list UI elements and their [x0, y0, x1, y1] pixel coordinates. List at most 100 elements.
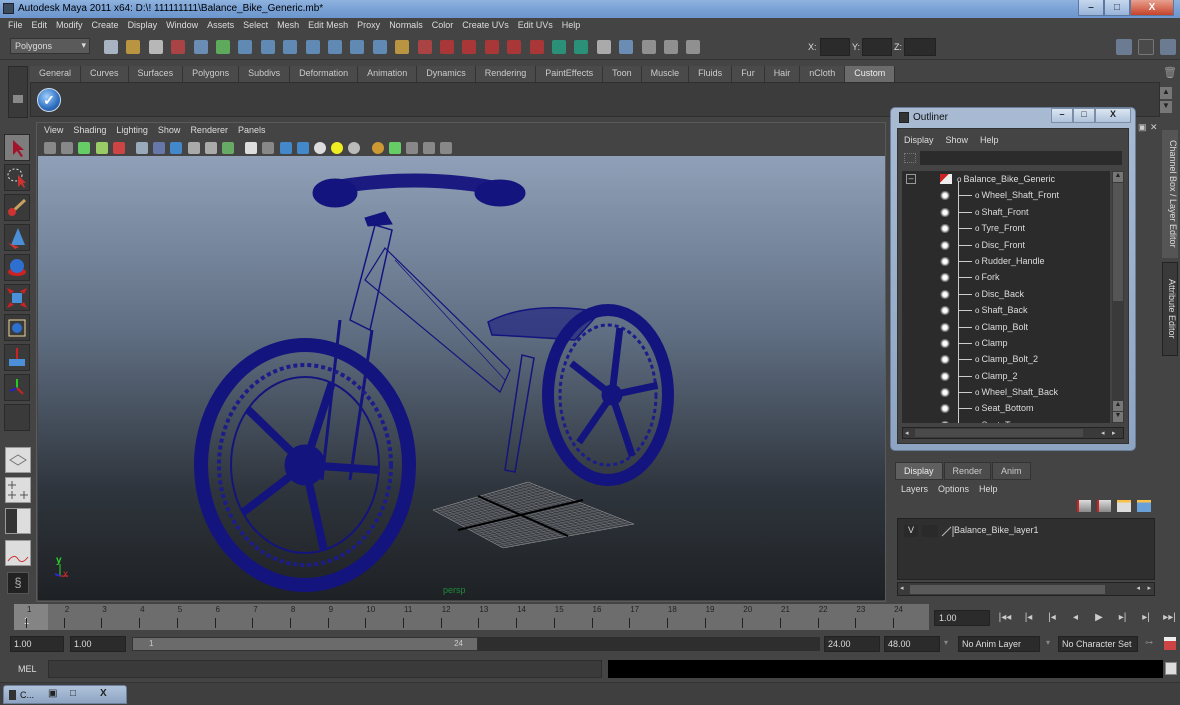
- help-icon[interactable]: [372, 40, 387, 54]
- scale-tool[interactable]: [4, 284, 30, 311]
- scroll-up-arrow[interactable]: ▲: [1113, 172, 1123, 182]
- hypershade-icon[interactable]: [619, 40, 634, 54]
- close-panel-icon[interactable]: ✕: [1150, 122, 1160, 132]
- trash-icon[interactable]: 🗑: [1163, 66, 1177, 80]
- menu-normals[interactable]: Normals: [385, 18, 428, 34]
- lasso-tool[interactable]: [4, 164, 30, 191]
- gold-icon[interactable]: [371, 142, 384, 154]
- camera-icon[interactable]: [44, 142, 56, 154]
- channel-box-toggle-icon[interactable]: [1116, 39, 1132, 55]
- shelf-tab-hair[interactable]: Hair: [764, 66, 801, 82]
- scroll-up-arrow-2[interactable]: ▲: [1113, 401, 1123, 411]
- anim-layer-field[interactable]: No Anim Layer: [958, 636, 1040, 652]
- paint-select-tool[interactable]: [4, 194, 30, 221]
- scroll-right-arrow[interactable]: ▸: [1112, 429, 1120, 437]
- command-input[interactable]: [48, 660, 602, 678]
- outliner-item[interactable]: Wheel_Shaft_Back: [902, 384, 1110, 400]
- outliner-item[interactable]: Clamp_Bolt: [902, 319, 1110, 335]
- render-view-icon[interactable]: [641, 40, 656, 54]
- anim-prefs-icon[interactable]: [1164, 637, 1176, 650]
- texture-icon[interactable]: [222, 142, 234, 154]
- rotate-tool[interactable]: [4, 254, 30, 281]
- select-tool[interactable]: [4, 134, 30, 161]
- layer-type-toggle[interactable]: [922, 525, 938, 537]
- camera-attr-icon[interactable]: [61, 142, 74, 154]
- layer-tab-render[interactable]: Render: [943, 462, 992, 480]
- smooth-shade-icon[interactable]: [153, 142, 166, 154]
- shelf-scroll-down[interactable]: ▼: [1160, 101, 1172, 113]
- new-scene-icon[interactable]: [104, 40, 118, 54]
- menu-help[interactable]: Help: [558, 18, 586, 34]
- minimized-window[interactable]: C... ▣ □ X: [3, 685, 127, 704]
- menu-modify[interactable]: Modify: [52, 18, 88, 34]
- render-settings-icon[interactable]: [596, 40, 611, 54]
- select-by-component-icon[interactable]: [216, 40, 230, 54]
- menu-create[interactable]: Create: [88, 18, 124, 34]
- shelf-tab-general[interactable]: General: [30, 66, 82, 82]
- shaded-wire-icon[interactable]: [170, 142, 183, 154]
- layer-name[interactable]: Balance_Bike_layer1: [954, 525, 1039, 535]
- viewport-menu-lighting[interactable]: Lighting: [116, 125, 148, 135]
- texture-checker-icon[interactable]: [314, 142, 326, 154]
- outliner-persp-layout[interactable]: [5, 508, 31, 534]
- layer-color-icon[interactable]: [940, 525, 954, 537]
- outliner-item[interactable]: Clamp_2: [902, 368, 1110, 384]
- shelf-tab-fluids[interactable]: Fluids: [689, 66, 733, 82]
- layer-scroll-left-2[interactable]: ◂: [1136, 584, 1140, 592]
- four-view-layout[interactable]: [5, 477, 31, 503]
- outliner-item[interactable]: Clamp: [902, 335, 1110, 351]
- new-anim-layer-selected-icon[interactable]: [1137, 500, 1151, 512]
- menu-select[interactable]: Select: [239, 18, 273, 34]
- snap-live-icon[interactable]: [328, 40, 342, 54]
- menu-file[interactable]: File: [4, 18, 28, 34]
- box-icon[interactable]: [279, 142, 292, 154]
- select-highlight-icon[interactable]: [388, 142, 401, 154]
- outliner-item[interactable]: Tyre_Front: [902, 220, 1110, 236]
- start-time-field[interactable]: 1.00: [10, 636, 64, 652]
- outliner-item[interactable]: Seat_Top: [902, 417, 1110, 423]
- grid-toggle-icon[interactable]: [112, 142, 125, 154]
- shelf-tab-subdivs[interactable]: Subdivs: [239, 66, 291, 82]
- collapse-icon[interactable]: –: [906, 174, 916, 184]
- highlight-icon[interactable]: [417, 40, 432, 54]
- maximize-icon[interactable]: □: [70, 688, 76, 699]
- search-options-icon[interactable]: [904, 153, 916, 163]
- outliner-menu-show[interactable]: Show: [946, 135, 969, 145]
- maximize-button[interactable]: □: [1104, 0, 1130, 16]
- outliner-item[interactable]: Disc_Back: [902, 286, 1110, 302]
- scroll-down-arrow[interactable]: ▼: [1113, 412, 1123, 422]
- menu-edit-uvs[interactable]: Edit UVs: [514, 18, 558, 34]
- frame-icon[interactable]: [423, 142, 436, 154]
- viewport-menu-view[interactable]: View: [44, 125, 63, 135]
- restore-icon[interactable]: ▣: [48, 688, 57, 699]
- outliner-maximize-button[interactable]: □: [1073, 108, 1095, 123]
- menu-create-uvs[interactable]: Create UVs: [458, 18, 514, 34]
- batch-render-icon[interactable]: [664, 40, 678, 54]
- menu-color[interactable]: Color: [428, 18, 459, 34]
- outliner-search-input[interactable]: [920, 151, 1122, 165]
- outliner-item[interactable]: Clamp_Bolt_2: [902, 351, 1110, 367]
- lock-icon[interactable]: [395, 40, 410, 54]
- outliner-minimize-button[interactable]: –: [1051, 108, 1073, 123]
- script-editor-icon[interactable]: [1165, 662, 1177, 675]
- default-material-icon[interactable]: [187, 142, 200, 154]
- snap-plane-icon[interactable]: [305, 40, 320, 54]
- magnet-3-icon[interactable]: [484, 40, 499, 54]
- shelf-tab-surfaces[interactable]: Surfaces: [128, 66, 184, 82]
- universal-manipulator[interactable]: [4, 314, 30, 341]
- layer-scroll-thumb[interactable]: [910, 585, 1105, 594]
- shelf-tab-custom[interactable]: Custom: [845, 66, 896, 82]
- layer-horizontal-scrollbar[interactable]: ◂ ◂ ▸: [897, 582, 1155, 596]
- input-icon[interactable]: [686, 40, 701, 54]
- soft-mod-tool[interactable]: [4, 344, 30, 371]
- end-time-field[interactable]: 48.00: [884, 636, 940, 652]
- y-field[interactable]: [862, 38, 892, 56]
- outliner-root-item[interactable]: – Balance_Bike_Generic: [902, 171, 1110, 187]
- close-button[interactable]: X: [1130, 0, 1174, 16]
- outliner-item[interactable]: Wheel_Shaft_Front: [902, 187, 1110, 203]
- magnet-5-icon[interactable]: [529, 40, 544, 54]
- scroll-left-arrow-2[interactable]: ◂: [1101, 429, 1109, 437]
- play-backward-button[interactable]: ◂: [1068, 612, 1084, 626]
- shelf-tab-curves[interactable]: Curves: [81, 66, 129, 82]
- bookmark-icon[interactable]: [78, 142, 91, 154]
